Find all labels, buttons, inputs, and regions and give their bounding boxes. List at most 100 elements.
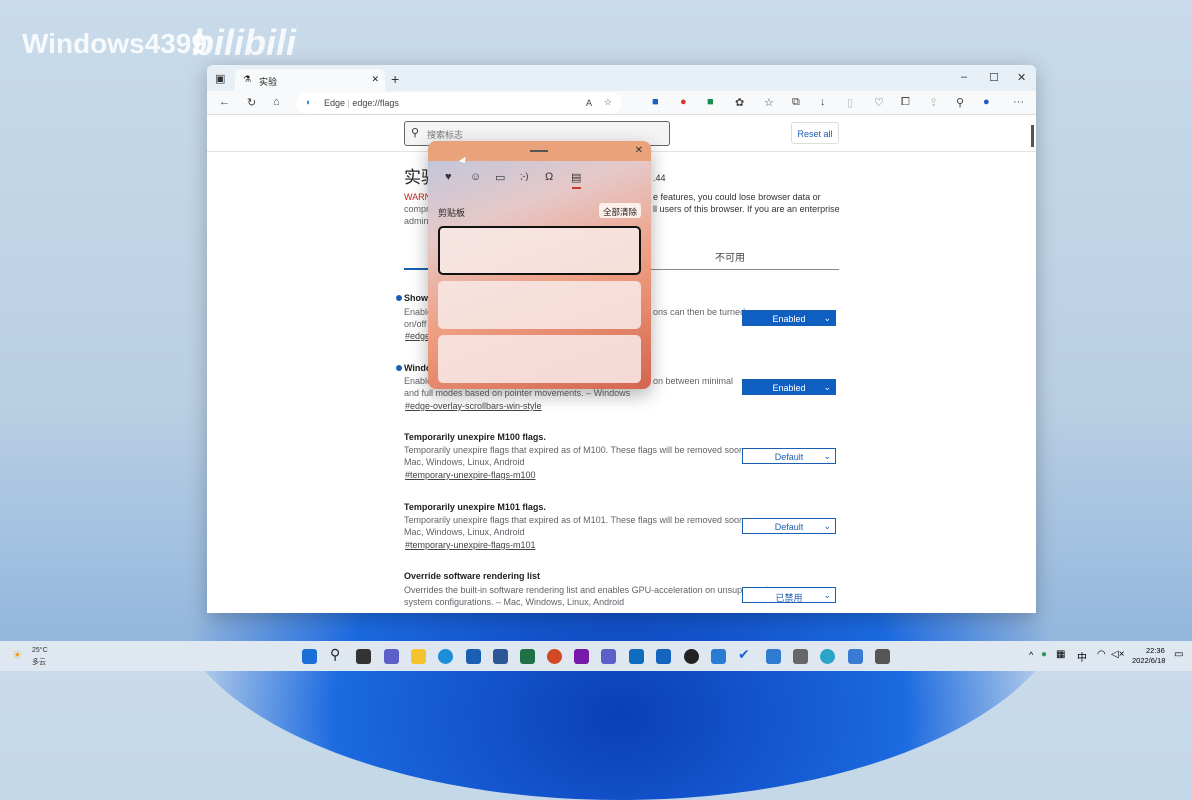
powerpoint-icon[interactable] bbox=[547, 649, 562, 664]
photos-icon[interactable] bbox=[711, 649, 726, 664]
reset-all-button[interactable]: Reset all bbox=[791, 122, 839, 144]
flag-desc: on between minimal bbox=[653, 376, 734, 386]
chevron-down-icon: ⌄ bbox=[823, 451, 831, 461]
recent-icon[interactable]: ♥ bbox=[445, 171, 452, 183]
favorites-icon[interactable]: ☆ bbox=[764, 96, 774, 109]
file-explorer-icon[interactable] bbox=[411, 649, 426, 664]
notifications-icon[interactable]: ▭ bbox=[1174, 649, 1183, 660]
extensions-icon[interactable]: ✿ bbox=[735, 96, 744, 109]
select-value: 已禁用 bbox=[775, 593, 803, 603]
tab-unavailable[interactable]: 不可用 bbox=[715, 249, 745, 264]
address-bar[interactable]: ◐ Edge | edge://flags A ☆ bbox=[296, 93, 622, 113]
calculator-icon[interactable] bbox=[875, 649, 890, 664]
chevron-down-icon: ⌄ bbox=[823, 382, 831, 392]
drag-handle-icon[interactable] bbox=[530, 150, 548, 152]
new-tab-icon[interactable]: + bbox=[391, 71, 399, 87]
back-icon[interactable]: ← bbox=[219, 96, 230, 108]
store-icon[interactable] bbox=[466, 649, 481, 664]
tab-flags[interactable]: ⚗ 实验 ✕ bbox=[235, 69, 385, 93]
flag-link[interactable]: #edge-overlay-scrollbars-win-style bbox=[405, 401, 542, 411]
media-player-icon[interactable] bbox=[684, 649, 699, 664]
read-aloud-icon[interactable]: A bbox=[586, 98, 592, 108]
share-icon[interactable]: ⇪ bbox=[929, 96, 938, 109]
kaomoji-icon[interactable]: ;-) bbox=[520, 171, 529, 181]
flag-select[interactable]: Default ⌄ bbox=[742, 448, 836, 464]
word-icon[interactable] bbox=[493, 649, 508, 664]
clear-all-button[interactable]: 全部清除 bbox=[599, 203, 641, 218]
remote-desktop-icon[interactable] bbox=[656, 649, 671, 664]
volume-icon[interactable]: ◁× bbox=[1111, 649, 1125, 660]
symbols-icon[interactable]: Ω bbox=[545, 171, 553, 183]
more-icon[interactable]: ··· bbox=[1013, 96, 1024, 108]
clipboard-icon[interactable]: ▤ bbox=[571, 171, 581, 184]
search-icon: ⚲ bbox=[411, 127, 420, 139]
workspaces-icon[interactable]: ⧠ bbox=[901, 96, 910, 109]
security-icon[interactable]: ● bbox=[1041, 649, 1047, 660]
ime-indicator[interactable]: 中 bbox=[1077, 649, 1087, 664]
flag-link[interactable]: #temporary-unexpire-flags-m101 bbox=[405, 540, 536, 550]
notepad-icon[interactable] bbox=[848, 649, 863, 664]
close-panel-icon[interactable]: ✕ bbox=[635, 145, 643, 156]
watermark-text: Windows4399 bbox=[22, 28, 207, 59]
outlook-icon[interactable] bbox=[629, 649, 644, 664]
outlook-extension-icon[interactable]: ■ bbox=[652, 96, 659, 108]
flag-link[interactable]: #edge bbox=[405, 331, 430, 341]
flag-link[interactable]: #temporary-unexpire-flags-m100 bbox=[405, 470, 536, 480]
calendar-icon[interactable] bbox=[766, 649, 781, 664]
browser-essentials-icon[interactable]: ♡ bbox=[874, 96, 884, 109]
address-brand: Edge bbox=[324, 98, 346, 108]
close-window-icon[interactable]: ✕ bbox=[1017, 71, 1026, 84]
scrollbar-thumb[interactable] bbox=[1031, 125, 1034, 147]
home-icon[interactable]: ⌂ bbox=[273, 96, 280, 108]
select-value: Default bbox=[774, 452, 804, 462]
onenote-icon[interactable] bbox=[574, 649, 589, 664]
edge-taskbar-icon[interactable] bbox=[438, 649, 453, 664]
warning-text: e features, you could lose browser data … bbox=[653, 192, 821, 202]
clipboard-item[interactable] bbox=[438, 335, 641, 383]
chat-icon[interactable] bbox=[384, 649, 399, 664]
flag-title: Override software rendering list bbox=[404, 571, 541, 581]
temperature[interactable]: 25°C bbox=[32, 647, 48, 654]
chevron-up-icon[interactable]: ^ bbox=[1029, 650, 1033, 660]
flag-desc: Mac, Windows, Linux, Android bbox=[404, 457, 525, 467]
start-icon[interactable] bbox=[302, 649, 317, 664]
collections-icon[interactable]: ⧉ bbox=[792, 96, 800, 109]
clipboard-item[interactable] bbox=[438, 226, 641, 275]
wifi-icon[interactable]: ◠ bbox=[1097, 649, 1106, 660]
gif-icon[interactable]: ▭ bbox=[495, 171, 505, 184]
app-icon[interactable] bbox=[820, 649, 835, 664]
modified-dot bbox=[396, 365, 402, 371]
flag-select[interactable]: 已禁用 ⌄ bbox=[742, 587, 836, 603]
downloads-icon[interactable]: ↓ bbox=[820, 96, 826, 108]
emoji-icon[interactable]: ☺ bbox=[470, 171, 481, 183]
clock-time[interactable]: 22:36 bbox=[1146, 646, 1165, 655]
teams-icon[interactable] bbox=[601, 649, 616, 664]
clock-date[interactable]: 2022/6/18 bbox=[1132, 656, 1165, 665]
tab-actions-icon[interactable]: ▣ bbox=[215, 72, 225, 85]
flag-select[interactable]: Default ⌄ bbox=[742, 518, 836, 534]
settings-extension-icon[interactable]: ⚲ bbox=[956, 96, 964, 109]
flag-select[interactable]: Enabled ⌄ bbox=[742, 310, 836, 326]
adblock-icon[interactable]: ● bbox=[680, 96, 687, 108]
chevron-down-icon: ⌄ bbox=[823, 313, 831, 323]
clipboard-panel: ✕ ♥ ☺ ▭ ;-) Ω ▤ 剪贴板 全部清除 bbox=[428, 141, 651, 389]
extension-on-icon[interactable]: ■ bbox=[707, 96, 714, 108]
clock-icon[interactable] bbox=[793, 649, 808, 664]
keyboard-icon[interactable]: ▦ bbox=[1056, 649, 1065, 660]
clipboard-item[interactable] bbox=[438, 281, 641, 329]
favorite-icon[interactable]: ☆ bbox=[604, 97, 612, 108]
excel-icon[interactable] bbox=[520, 649, 535, 664]
task-view-icon[interactable] bbox=[356, 649, 371, 664]
todo-icon[interactable]: ✔ bbox=[738, 646, 753, 662]
weather-text[interactable]: 多云 bbox=[32, 657, 46, 667]
maximize-icon[interactable]: ☐ bbox=[989, 71, 999, 84]
app-icon[interactable]: ▯ bbox=[847, 96, 853, 109]
flag-select[interactable]: Enabled ⌄ bbox=[742, 379, 836, 395]
flag-title: Temporarily unexpire M101 flags. bbox=[404, 502, 546, 512]
close-tab-icon[interactable]: ✕ bbox=[371, 74, 379, 85]
weather-icon: ☀ bbox=[12, 648, 23, 662]
search-icon[interactable]: ⚲ bbox=[330, 646, 345, 662]
minimize-icon[interactable]: – bbox=[961, 71, 967, 83]
profile-icon[interactable]: ● bbox=[983, 96, 990, 108]
refresh-icon[interactable]: ↻ bbox=[247, 96, 256, 109]
